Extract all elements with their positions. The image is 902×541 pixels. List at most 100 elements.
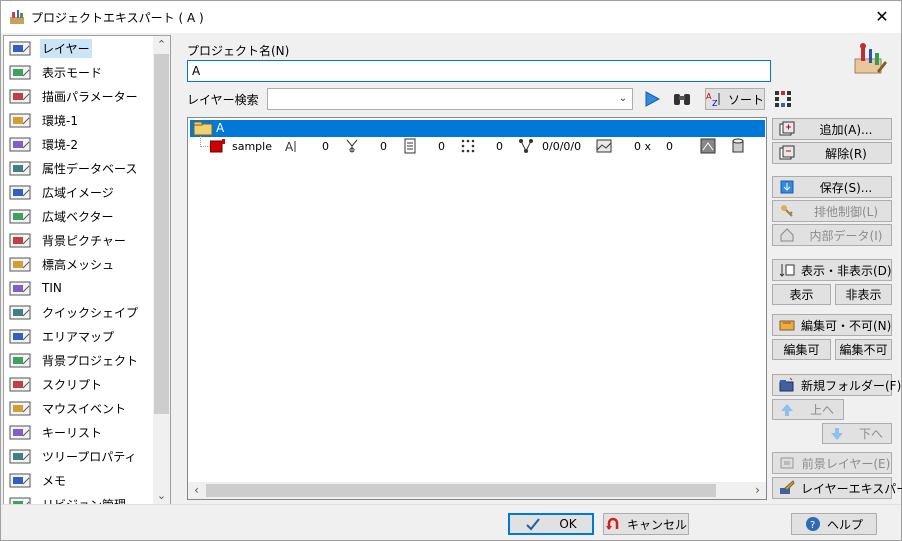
grid-icon — [775, 91, 791, 107]
project-name-label: プロジェクト名(N) — [187, 44, 290, 58]
sidebar-item[interactable]: 表示モード — [4, 60, 154, 84]
not-editable-button[interactable]: 編集不可 — [835, 339, 892, 360]
key-icon — [781, 205, 793, 217]
save-button[interactable]: 保存(S)... — [772, 176, 892, 198]
layer-expert-label: レイヤーエキスパート — [801, 481, 902, 496]
sidebar-item[interactable]: 広域イメージ — [4, 180, 154, 204]
add-layer-button[interactable]: 追加(A)... — [772, 118, 892, 140]
exclusive-control-button[interactable]: 排他制御(L) — [772, 200, 892, 222]
sidebar-item-label: 表示モード — [42, 65, 103, 80]
layer-tree[interactable]: A sample A 0 0 0 0 0/0/0/0 0 x 0 ‹ › — [187, 117, 767, 500]
scroll-up-icon[interactable]: ⌃ — [153, 36, 170, 53]
area-map-icon — [9, 329, 31, 344]
project-expert-window: プロジェクトエキスパート ( A ) ✕ レイヤー 表示モード 描画パラメーター 環境… — [0, 0, 902, 541]
tree-hscrollbar[interactable]: ‹ › — [188, 482, 766, 499]
display-mode-icon — [9, 65, 31, 80]
sidebar-item[interactable]: 標高メッシュ — [4, 252, 154, 276]
points-icon — [461, 139, 475, 153]
svg-text:Z: Z — [712, 99, 718, 107]
background-picture-icon — [9, 233, 31, 248]
layer-search-combo[interactable]: ⌄ — [267, 88, 633, 110]
sidebar-item[interactable]: TIN — [4, 276, 154, 300]
find-button[interactable] — [669, 88, 695, 110]
sidebar-item[interactable]: ツリープロパティ — [4, 444, 154, 468]
show-hide-button[interactable]: 表示・非表示(D) — [772, 259, 892, 281]
app-icon — [10, 10, 24, 24]
sidebar-item[interactable]: スクリプト — [4, 372, 154, 396]
folder-icon — [193, 121, 213, 136]
sidebar-item[interactable]: 描画パラメーター — [4, 84, 154, 108]
quick-shape-icon — [9, 305, 31, 320]
help-label: ヘルプ — [826, 517, 863, 532]
document-icon — [404, 138, 416, 154]
scroll-right-icon[interactable]: › — [749, 482, 766, 499]
project-name-input[interactable] — [187, 60, 771, 82]
sidebar-item-label: 環境-2 — [42, 137, 78, 152]
sidebar-scrollbar[interactable]: ⌃ ⌄ — [153, 36, 170, 504]
save-label: 保存(S)... — [819, 180, 873, 195]
sidebar-item[interactable]: エリアマップ — [4, 324, 154, 348]
sidebar-item[interactable]: メモ — [4, 468, 154, 492]
play-icon — [645, 91, 661, 107]
layer-search-label: レイヤー検索 — [187, 93, 259, 107]
arrow-up-icon — [781, 403, 793, 416]
sidebar-item[interactable]: レイヤー — [4, 36, 154, 60]
sidebar-item-label: ツリープロパティ — [42, 449, 137, 464]
sidebar-item[interactable]: 広域ベクター — [4, 204, 154, 228]
chevron-down-icon[interactable]: ⌄ — [614, 89, 632, 109]
script-icon — [9, 377, 31, 392]
sort-button[interactable]: A Z ソート — [705, 88, 765, 110]
close-button[interactable]: ✕ — [871, 6, 893, 28]
new-folder-label: 新規フォルダー(F) — [801, 378, 902, 393]
ok-label: OK — [559, 517, 577, 531]
svg-text:A: A — [285, 140, 294, 154]
internal-data-button[interactable]: 内部データ(I) — [772, 224, 892, 246]
help-button[interactable]: ? ヘルプ — [791, 513, 877, 535]
move-down-label: 下へ — [858, 427, 883, 441]
footer-divider — [1, 504, 901, 505]
symbol-icon — [346, 139, 358, 153]
hscroll-thumb[interactable] — [206, 484, 716, 497]
category-list[interactable]: レイヤー表示モード描画パラメーター 環境-1 環境-2 属性データベース 広域イメージ広… — [3, 35, 171, 505]
attribute-db-icon — [9, 161, 31, 176]
network-counts: 0/0/0/0 — [542, 140, 582, 153]
edit-toggle-button[interactable]: 編集可・不可(N) — [772, 314, 892, 336]
add-layer-label: 追加(A)... — [819, 122, 873, 137]
show-button[interactable]: 表示 — [772, 284, 831, 305]
ok-button[interactable]: OK — [508, 513, 594, 535]
sidebar-item[interactable]: マウスイベント — [4, 396, 154, 420]
grid-options-button[interactable] — [771, 88, 795, 110]
environment-1-icon — [9, 113, 31, 128]
arrow-down-icon — [831, 427, 843, 440]
move-up-button[interactable]: 上へ — [772, 399, 844, 420]
sidebar-item[interactable]: 背景プロジェクト — [4, 348, 154, 372]
new-folder-button[interactable]: 新規フォルダー(F) — [772, 374, 901, 396]
remove-layer-button[interactable]: 解除(R) — [772, 142, 892, 164]
move-down-button[interactable]: 下へ — [822, 423, 892, 444]
scrollbar-thumb[interactable] — [154, 54, 169, 414]
layer-row[interactable]: sample A 0 0 0 0 0/0/0/0 0 x 0 — [188, 136, 763, 156]
cancel-label: キャンセル — [626, 517, 687, 532]
search-next-button[interactable] — [639, 88, 665, 110]
symbol-count: 0 — [380, 140, 387, 153]
scroll-left-icon[interactable]: ‹ — [188, 482, 205, 499]
scroll-down-icon[interactable]: ⌄ — [153, 487, 170, 504]
sidebar-item-label: キーリスト — [42, 425, 103, 440]
sidebar-item-label: 標高メッシュ — [42, 257, 115, 272]
foreground-layer-button[interactable]: 前景レイヤー(E) — [772, 452, 892, 474]
cancel-button[interactable]: キャンセル — [603, 513, 689, 535]
hide-button[interactable]: 非表示 — [835, 284, 892, 305]
tree-root-row[interactable]: A — [190, 120, 765, 137]
remove-layer-label: 解除(R) — [825, 146, 867, 161]
sidebar-item[interactable]: 環境-2 — [4, 132, 154, 156]
background-project-icon — [9, 353, 31, 368]
sidebar-item-label: スクリプト — [42, 377, 103, 392]
editable-button[interactable]: 編集可 — [772, 339, 831, 360]
memo-icon — [9, 473, 31, 488]
sidebar-item[interactable]: キーリスト — [4, 420, 154, 444]
sidebar-item[interactable]: クイックシェイプ — [4, 300, 154, 324]
sidebar-item[interactable]: 背景ピクチャー — [4, 228, 154, 252]
sidebar-item[interactable]: 属性データベース — [4, 156, 154, 180]
layer-expert-button[interactable]: レイヤーエキスパート — [772, 477, 902, 499]
sidebar-item[interactable]: 環境-1 — [4, 108, 154, 132]
